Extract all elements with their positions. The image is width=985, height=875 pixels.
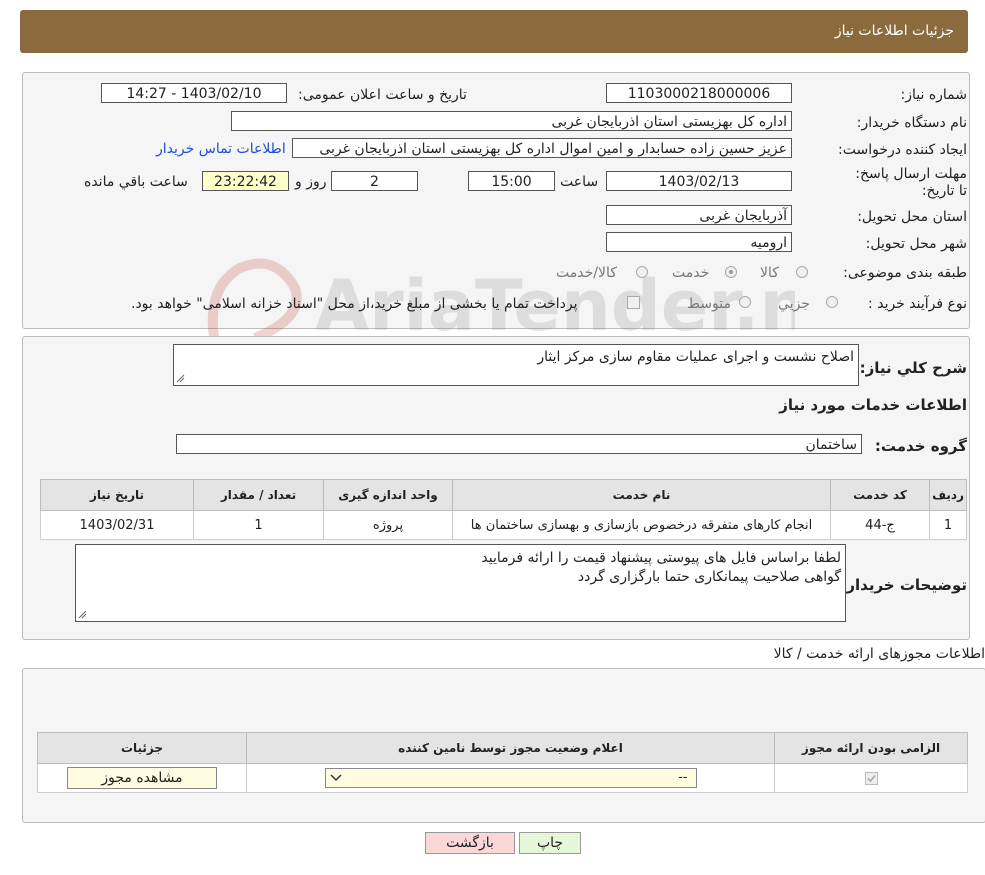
deadline-date-field: 1403/02/13 bbox=[606, 171, 792, 191]
summary-label: شرح کلي نياز: bbox=[859, 359, 967, 377]
buyer-notes-line-1: لطفا براساس فایل های پیوستی پیشنهاد قیمت… bbox=[481, 550, 841, 566]
category-service-label: خدمت bbox=[672, 265, 710, 281]
permits-section-title: اطلاعات مجوزهای ارائه خدمت / کالا bbox=[773, 646, 985, 662]
service-group-label: گروه خدمت: bbox=[874, 437, 967, 455]
page-header: جزئیات اطلاعات نیاز bbox=[20, 10, 968, 53]
col-date: تاریخ نیاز bbox=[40, 479, 194, 511]
city-field: ارومیه bbox=[606, 232, 792, 252]
creator-field: عزیز حسین زاده حسابدار و امین اموال ادار… bbox=[292, 138, 792, 158]
deadline-time-label: ساعت bbox=[560, 174, 599, 190]
process-medium-label: متوسط bbox=[687, 296, 731, 312]
need-number-field: 1103000218000006 bbox=[606, 83, 792, 103]
row-name: انجام کارهای متفرقه درخصوص بازسازی و بهس… bbox=[452, 510, 831, 540]
details-cell: مشاهده مجوز bbox=[37, 763, 247, 793]
resize-grip-icon[interactable] bbox=[78, 610, 87, 619]
creator-label: ایجاد کننده درخواست: bbox=[838, 142, 967, 158]
category-goods-label: کالا bbox=[760, 265, 779, 281]
category-service-radio[interactable] bbox=[725, 266, 737, 278]
col-details: جزئیات bbox=[37, 732, 247, 764]
process-label: نوع فرآیند خرید : bbox=[868, 296, 967, 312]
services-table: ردیف کد خدمت نام خدمت واحد اندازه گیری ت… bbox=[40, 479, 967, 540]
col-name: نام خدمت bbox=[452, 479, 831, 511]
permits-table-header: الزامی بودن ارائه مجوز اعلام وضعیت مجوز … bbox=[37, 732, 968, 764]
col-code: کد خدمت bbox=[830, 479, 930, 511]
deadline-label: مهلت ارسال پاسخ: تا تاریخ: bbox=[855, 166, 967, 199]
required-cell bbox=[774, 763, 968, 793]
buyer-org-field: اداره کل بهزیستی استان اذربایجان غربی bbox=[231, 111, 792, 131]
col-row: ردیف bbox=[929, 479, 967, 511]
checked-checkbox-icon bbox=[864, 771, 878, 785]
summary-field[interactable]: اصلاح نشست و اجرای عملیات مقاوم سازی مرک… bbox=[173, 344, 859, 386]
buyer-notes-label: توضیحات خریدار: bbox=[840, 576, 967, 594]
process-medium-radio[interactable] bbox=[739, 296, 751, 308]
permit-status-value: -- bbox=[678, 770, 688, 785]
announce-label: تاریخ و ساعت اعلان عمومی: bbox=[298, 87, 467, 103]
buyer-notes-line-2: گواهی صلاحیت پیمانکاری حتما بارگزاری گرد… bbox=[577, 569, 841, 585]
treasury-payment-checkbox[interactable] bbox=[627, 296, 640, 309]
process-partial-radio[interactable] bbox=[826, 296, 838, 308]
col-status: اعلام وضعیت مجوز توسط نامین کننده bbox=[246, 732, 775, 764]
remaining-label: ساعت باقي مانده bbox=[84, 174, 188, 190]
buyer-org-label: نام دستگاه خریدار: bbox=[856, 115, 967, 131]
chevron-down-icon bbox=[329, 774, 342, 782]
days-field: 2 bbox=[331, 171, 418, 191]
row-code: ج-44 bbox=[830, 510, 930, 540]
service-group-field: ساختمان bbox=[176, 434, 862, 454]
services-table-header: ردیف کد خدمت نام خدمت واحد اندازه گیری ت… bbox=[40, 479, 967, 511]
payment-note: پرداخت تمام یا بخشی از مبلغ خرید،از محل … bbox=[131, 296, 578, 312]
summary-text: اصلاح نشست و اجرای عملیات مقاوم سازی مرک… bbox=[537, 349, 854, 365]
category-label: طبقه بندی موضوعی: bbox=[843, 265, 967, 281]
page-title: جزئیات اطلاعات نیاز bbox=[834, 23, 954, 39]
col-required: الزامی بودن ارائه مجوز bbox=[774, 732, 968, 764]
print-button[interactable]: چاپ bbox=[519, 832, 581, 854]
process-partial-label: جزیي bbox=[778, 296, 810, 312]
days-label: روز و bbox=[295, 174, 327, 190]
back-button[interactable]: بازگشت bbox=[425, 832, 515, 854]
col-qty: تعداد / مقدار bbox=[193, 479, 324, 511]
view-permit-button[interactable]: مشاهده مجوز bbox=[67, 767, 217, 789]
deadline-time-field: 15:00 bbox=[468, 171, 555, 191]
category-both-radio[interactable] bbox=[636, 266, 648, 278]
buyer-notes-field[interactable]: لطفا براساس فایل های پیوستی پیشنهاد قیمت… bbox=[75, 544, 846, 622]
services-section-title: اطلاعات خدمات مورد نیاز bbox=[779, 396, 967, 414]
need-number-label: شماره نیاز: bbox=[900, 87, 968, 103]
row-number: 1 bbox=[929, 510, 967, 540]
col-unit: واحد اندازه گیری bbox=[323, 479, 453, 511]
resize-grip-icon[interactable] bbox=[176, 374, 185, 383]
province-label: استان محل تحویل: bbox=[857, 209, 967, 225]
row-qty: 1 bbox=[193, 510, 324, 540]
permit-status-select[interactable]: -- bbox=[324, 768, 697, 788]
province-field: آذربایجان غربی bbox=[606, 205, 792, 225]
category-goods-radio[interactable] bbox=[796, 266, 808, 278]
permits-table: الزامی بودن ارائه مجوز اعلام وضعیت مجوز … bbox=[37, 732, 968, 793]
table-row: 1 ج-44 انجام کارهای متفرقه درخصوص بازساز… bbox=[40, 510, 967, 540]
city-label: شهر محل تحویل: bbox=[865, 236, 967, 252]
category-both-label: کالا/خدمت bbox=[556, 265, 617, 281]
row-date: 1403/02/31 bbox=[40, 510, 194, 540]
remaining-time-field: 23:22:42 bbox=[202, 171, 289, 191]
row-unit: پروژه bbox=[323, 510, 453, 540]
status-cell: -- bbox=[246, 763, 775, 793]
announce-field: 1403/02/10 - 14:27 bbox=[101, 83, 287, 103]
table-row: -- مشاهده مجوز bbox=[37, 763, 968, 793]
contact-info-link[interactable]: اطلاعات تماس خریدار bbox=[156, 141, 286, 157]
